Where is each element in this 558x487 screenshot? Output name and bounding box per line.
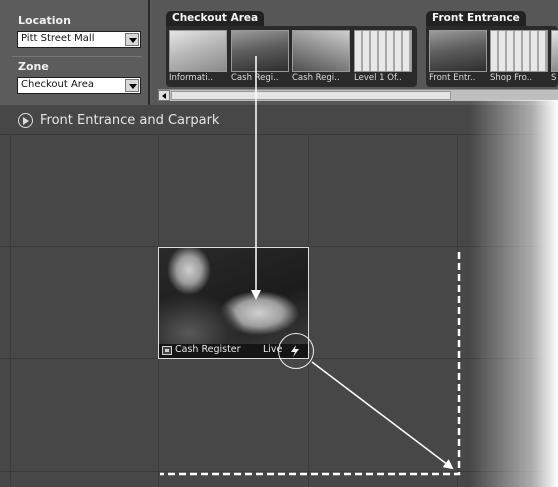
- divider: [12, 56, 142, 57]
- camera-name: Cash Register: [175, 344, 241, 355]
- camera-strip-scrollbar[interactable]: [158, 89, 558, 101]
- zone-select-value: Checkout Area: [21, 79, 94, 90]
- chevron-down-icon[interactable]: [125, 79, 139, 92]
- camera-thumbnail[interactable]: [292, 30, 350, 72]
- camera-icon: [162, 346, 172, 355]
- grid-line: [0, 471, 558, 472]
- zone-select[interactable]: Checkout Area: [17, 77, 141, 94]
- camera-group-tab-checkout-area[interactable]: Checkout Area: [166, 11, 265, 26]
- selection-panel: Location Pitt Street Mall Zone Checkout …: [0, 0, 150, 105]
- camera-thumbnail-label: Front Entr..: [429, 73, 476, 83]
- camera-thumbnail-label: S: [551, 73, 557, 83]
- view-title: Front Entrance and Carpark: [40, 113, 220, 128]
- camera-thumbnail-label: Informati..: [169, 73, 214, 83]
- chevron-down-icon[interactable]: [125, 33, 139, 46]
- camera-thumbnail-label: Shop Fro..: [490, 73, 533, 83]
- camera-thumbnail[interactable]: [429, 30, 487, 72]
- camera-thumbnail-label: Level 1 Of..: [354, 73, 402, 83]
- zone-label: Zone: [18, 60, 49, 73]
- location-label: Location: [18, 14, 71, 27]
- play-circle-icon[interactable]: [18, 113, 33, 128]
- location-select-value: Pitt Street Mall: [21, 33, 95, 44]
- camera-group-tab-front-entrance[interactable]: Front Entrance: [426, 11, 526, 26]
- camera-thumbnail-label: Cash Regi..: [292, 73, 340, 83]
- camera-thumbnail[interactable]: [354, 30, 412, 72]
- scroll-left-icon[interactable]: [158, 90, 170, 101]
- grid-line: [457, 135, 458, 487]
- grid-line: [10, 135, 11, 487]
- camera-thumbnail[interactable]: [490, 30, 548, 72]
- camera-thumbnail-label: Cash Regi..: [231, 73, 279, 83]
- camera-video-feed[interactable]: [159, 248, 308, 344]
- camera-thumbnail[interactable]: [551, 30, 558, 72]
- camera-thumbnail[interactable]: [231, 30, 289, 72]
- location-select[interactable]: Pitt Street Mall: [17, 31, 141, 48]
- scrollbar-thumb[interactable]: [171, 91, 451, 100]
- camera-thumbnail[interactable]: [169, 30, 227, 72]
- resize-handle[interactable]: [278, 333, 314, 369]
